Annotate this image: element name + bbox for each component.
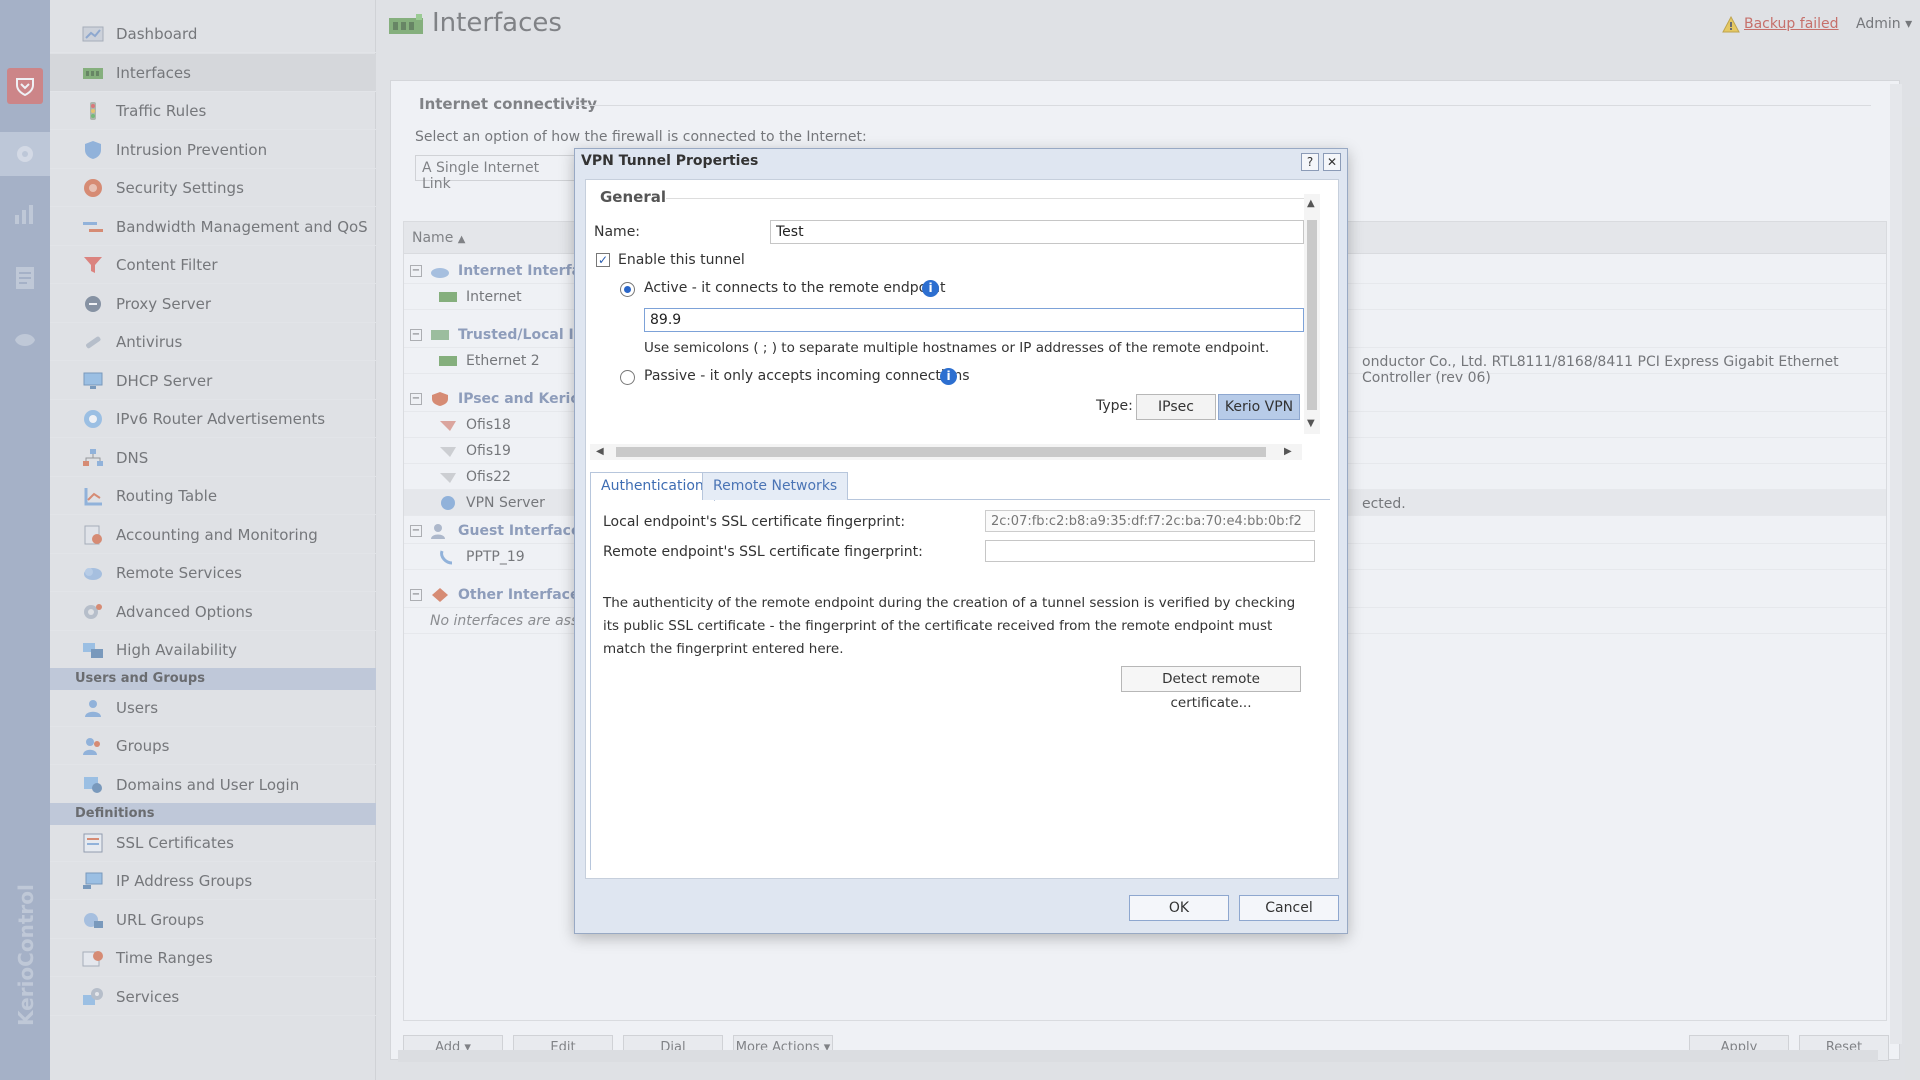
dialog-vertical-scrollbar[interactable]: ▲ ▼	[1304, 194, 1320, 434]
remote-endpoint-input[interactable]	[644, 308, 1304, 332]
enable-tunnel-label: Enable this tunnel	[618, 252, 745, 268]
scroll-right-icon[interactable]: ▶	[1284, 446, 1292, 457]
dialog-horizontal-scrollbar[interactable]: ◀ ▶	[590, 444, 1302, 460]
active-radio[interactable]	[620, 282, 635, 297]
scroll-down-icon[interactable]: ▼	[1307, 418, 1315, 429]
dialog-tabs: Authentication Remote Networks	[590, 472, 1330, 501]
scroll-thumb[interactable]	[616, 447, 1266, 457]
name-input[interactable]	[770, 220, 1304, 244]
type-kerio-vpn-button[interactable]: Kerio VPN	[1218, 394, 1300, 420]
scroll-up-icon[interactable]: ▲	[1307, 198, 1315, 209]
remote-fingerprint-input[interactable]	[985, 540, 1315, 562]
tab-authentication[interactable]: Authentication	[590, 472, 715, 501]
help-button[interactable]: ?	[1301, 153, 1319, 171]
active-label: Active - it connects to the remote endpo…	[644, 280, 946, 296]
ok-button[interactable]: OK	[1129, 895, 1229, 921]
info-icon[interactable]: i	[922, 280, 939, 297]
dialog-title: VPN Tunnel Properties	[581, 153, 759, 169]
passive-radio[interactable]	[620, 370, 635, 385]
authentication-description: The authenticity of the remote endpoint …	[603, 595, 1296, 657]
remote-fingerprint-label: Remote endpoint's SSL certificate finger…	[603, 544, 923, 560]
detect-certificate-button[interactable]: Detect remote certificate...	[1121, 666, 1301, 711]
fieldset-divider	[666, 198, 1306, 199]
authentication-panel: Local endpoint's SSL certificate fingerp…	[590, 500, 1330, 870]
scroll-left-icon[interactable]: ◀	[596, 446, 604, 457]
vpn-tunnel-dialog: VPN Tunnel Properties ? ✕ General Name: …	[574, 148, 1348, 934]
cancel-button[interactable]: Cancel	[1239, 895, 1339, 921]
type-ipsec-button[interactable]: IPsec	[1136, 394, 1216, 420]
general-fieldset-label: General	[600, 188, 666, 206]
scroll-thumb[interactable]	[1307, 220, 1317, 410]
name-label: Name:	[594, 224, 641, 240]
close-button[interactable]: ✕	[1323, 153, 1341, 171]
dialog-body: General Name: ✓ Enable this tunnel Activ…	[585, 179, 1339, 879]
enable-tunnel-checkbox[interactable]: ✓	[596, 253, 610, 267]
info-icon[interactable]: i	[940, 368, 957, 385]
endpoint-hint: Use semicolons ( ; ) to separate multipl…	[644, 340, 1270, 356]
passive-label: Passive - it only accepts incoming conne…	[644, 368, 970, 384]
type-label: Type:	[1096, 398, 1133, 414]
tab-remote-networks[interactable]: Remote Networks	[702, 472, 849, 500]
local-fingerprint-label: Local endpoint's SSL certificate fingerp…	[603, 514, 906, 530]
local-fingerprint-field[interactable]: 2c:07:fb:c2:b8:a9:35:df:f7:2c:ba:70:e4:b…	[985, 510, 1315, 532]
